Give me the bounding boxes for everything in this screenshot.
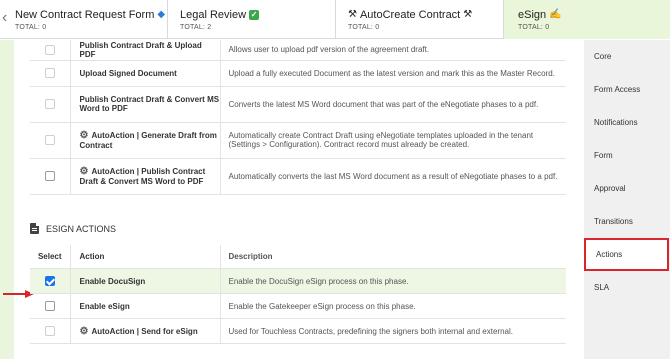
hammer-wrench-icon: ⚒ <box>348 9 357 20</box>
action-label: AutoAction | Generate Draft from Contrac… <box>79 131 217 150</box>
phase-tab-title: New Contract Request Form <box>15 9 155 21</box>
phase-tab-total: TOTAL: 0 <box>348 24 380 31</box>
menu-item-form-access[interactable]: Form Access <box>584 73 670 106</box>
menu-item-transitions[interactable]: Transitions <box>584 205 670 238</box>
document-icon <box>30 223 39 234</box>
action-description: Enable the Gatekeeper eSign process on t… <box>220 293 566 319</box>
phase-settings-menu: Core Form Access Notifications Form Appr… <box>584 40 670 359</box>
menu-item-actions[interactable]: Actions <box>584 238 669 271</box>
phase-tab-new-contract-request-form[interactable]: ‹ New Contract Request Form ◆ TOTAL: 0 <box>0 0 168 39</box>
phase-tab-esign[interactable]: eSign ✍ TOTAL: 0 <box>504 0 670 39</box>
hammer-wrench-icon: ⚒ <box>463 9 473 20</box>
column-header-action: Action <box>70 244 221 269</box>
phase-settings-content: Publish Contract Draft & Upload PDF Allo… <box>0 40 584 359</box>
phase-tab-legal-review[interactable]: Legal Review ✓ TOTAL: 2 <box>168 0 336 39</box>
action-label: AutoAction | Send for eSign <box>91 326 198 336</box>
gear-icon: ⚙ <box>79 130 89 141</box>
action-description: Enable the DocuSign eSign process on thi… <box>220 268 566 294</box>
action-description: Automatically converts the last MS Word … <box>220 158 566 195</box>
phase-tab-total: TOTAL: 2 <box>180 24 212 31</box>
action-label: Publish Contract Draft & Upload PDF <box>70 40 221 61</box>
action-label: Enable eSign <box>70 293 221 319</box>
action-checkbox[interactable] <box>44 135 55 145</box>
action-label: Enable DocuSign <box>70 268 221 294</box>
document-actions-table: Publish Contract Draft & Upload PDF Allo… <box>30 40 566 195</box>
menu-item-notifications[interactable]: Notifications <box>584 106 670 139</box>
chevron-left-icon[interactable]: ‹ <box>2 8 7 28</box>
table-row: ⚙ AutoAction | Publish Contract Draft & C… <box>30 158 566 195</box>
action-description: Converts the latest MS Word document tha… <box>220 86 566 123</box>
action-checkbox[interactable] <box>44 171 55 181</box>
menu-item-core[interactable]: Core <box>584 40 670 73</box>
action-description: Automatically create Contract Draft usin… <box>220 122 566 159</box>
phase-tab-title: eSign <box>518 9 547 21</box>
action-description: Used for Touchless Contracts, predefinin… <box>220 318 566 344</box>
table-row: ⚙ AutoAction | Send for eSign Used for To… <box>30 318 566 344</box>
phase-tab-total: TOTAL: 0 <box>15 24 47 31</box>
phase-tab-autocreate-contract[interactable]: ⚒ AutoCreate Contract ⚒ TOTAL: 0 <box>336 0 504 39</box>
autoaction-send-esign-checkbox[interactable] <box>44 326 55 336</box>
table-header-row: Select Action Description <box>30 244 566 269</box>
table-row: Enable eSign Enable the Gatekeeper eSign… <box>30 293 566 319</box>
check-mark-icon: ✓ <box>249 10 260 20</box>
writing-hand-icon: ✍ <box>549 9 562 20</box>
action-checkbox[interactable] <box>44 99 55 109</box>
esign-actions-heading: ESIGN ACTIONS <box>30 219 566 239</box>
section-title: ESIGN ACTIONS <box>46 223 117 234</box>
action-label: AutoAction | Publish Contract Draft & Co… <box>79 167 206 186</box>
menu-item-sla[interactable]: SLA <box>584 271 670 304</box>
action-label: Publish Contract Draft & Convert MS Word… <box>70 86 221 123</box>
menu-item-form[interactable]: Form <box>584 139 670 172</box>
gear-icon: ⚙ <box>79 325 89 337</box>
phase-tab-title: AutoCreate Contract <box>359 9 461 21</box>
enable-docusign-checkbox[interactable] <box>44 276 55 286</box>
table-row: ⚙ AutoAction | Generate Draft from Contra… <box>30 122 566 159</box>
actions-panel: Publish Contract Draft & Upload PDF Allo… <box>30 40 566 344</box>
action-description: Upload a fully executed Document as the … <box>220 60 566 87</box>
gear-icon: ⚙ <box>79 166 89 177</box>
phase-tab-title: Legal Review <box>180 9 247 21</box>
table-row: Publish Contract Draft & Convert MS Word… <box>30 86 566 123</box>
action-label: Upload Signed Document <box>70 60 221 87</box>
action-checkbox[interactable] <box>44 44 55 55</box>
enable-esign-checkbox[interactable] <box>44 301 55 311</box>
menu-item-approval[interactable]: Approval <box>584 172 670 205</box>
table-row: Enable DocuSign Enable the DocuSign eSig… <box>30 268 566 294</box>
esign-actions-table: Select Action Description Enable DocuSig… <box>30 244 566 344</box>
phase-color-bar <box>0 40 14 359</box>
table-row: Upload Signed Document Upload a fully ex… <box>30 60 566 87</box>
action-description: Allows user to upload pdf version of the… <box>220 40 566 61</box>
column-header-select: Select <box>30 244 71 269</box>
phase-tabs: ‹ New Contract Request Form ◆ TOTAL: 0 L… <box>0 0 670 39</box>
action-checkbox[interactable] <box>44 68 55 78</box>
table-row: Publish Contract Draft & Upload PDF Allo… <box>30 40 566 61</box>
column-header-description: Description <box>220 244 566 269</box>
phase-tab-total: TOTAL: 0 <box>518 24 550 31</box>
diamond-icon: ◆ <box>157 9 166 20</box>
